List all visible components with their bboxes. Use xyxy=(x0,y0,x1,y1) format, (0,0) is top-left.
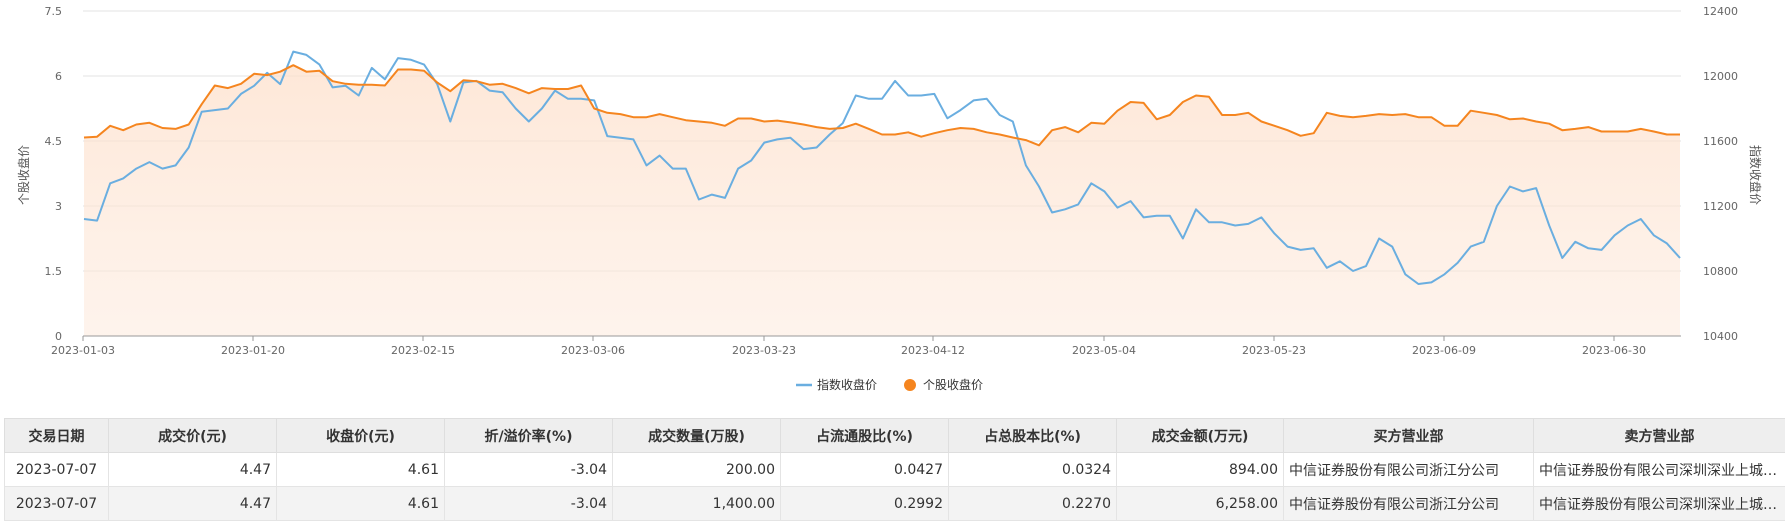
cell-deal-price: 4.47 xyxy=(109,453,277,487)
right-axis-ticks: 10400 10800 11200 11600 12000 12400 xyxy=(1703,5,1738,343)
right-tick-label: 12400 xyxy=(1703,5,1738,18)
block-trade-table: 交易日期 成交价(元) 收盘价(元) 折/溢价率(%) 成交数量(万股) 占流通… xyxy=(4,418,1785,521)
left-tick-label: 1.5 xyxy=(45,265,63,278)
cell-premium-rate: -3.04 xyxy=(445,487,613,521)
header-total-ratio[interactable]: 占总股本比(%) xyxy=(949,419,1117,453)
x-tick-label: 2023-03-23 xyxy=(732,344,796,357)
cell-close-price: 4.61 xyxy=(277,487,445,521)
right-tick-label: 10400 xyxy=(1703,330,1738,343)
left-axis-title: 个股收盘价 xyxy=(16,145,31,205)
legend-item-stock[interactable]: 个股收盘价 xyxy=(904,377,983,392)
cell-seller: 中信证券股份有限公司深圳深业上城证券营业部 xyxy=(1534,487,1785,521)
left-tick-label: 6 xyxy=(55,70,62,83)
cell-total-ratio: 0.0324 xyxy=(949,453,1117,487)
header-deal-price[interactable]: 成交价(元) xyxy=(109,419,277,453)
cell-premium-rate: -3.04 xyxy=(445,453,613,487)
right-axis-title: 指数收盘价 xyxy=(1748,145,1763,205)
cell-close-price: 4.61 xyxy=(277,453,445,487)
x-tick-label: 2023-06-30 xyxy=(1582,344,1646,357)
left-axis-ticks: 0 1.5 3 4.5 6 7.5 xyxy=(45,5,63,343)
left-tick-label: 7.5 xyxy=(45,5,63,18)
right-tick-label: 11600 xyxy=(1703,135,1738,148)
x-axis-ticks: 2023-01-03 2023-01-20 2023-02-15 2023-03-06… xyxy=(51,336,1646,357)
header-premium-rate[interactable]: 折/溢价率(%) xyxy=(445,419,613,453)
table-row: 2023-07-07 4.47 4.61 -3.04 200.00 0.0427… xyxy=(5,453,1785,487)
header-buyer[interactable]: 买方营业部 xyxy=(1284,419,1534,453)
cell-total-ratio: 0.2270 xyxy=(949,487,1117,521)
price-chart: 2023-01-03 2023-01-20 2023-02-15 2023-03-06… xyxy=(0,0,1785,418)
cell-float-ratio: 0.0427 xyxy=(781,453,949,487)
cell-buyer: 中信证券股份有限公司浙江分公司 xyxy=(1284,453,1534,487)
cell-amount: 894.00 xyxy=(1117,453,1284,487)
x-tick-label: 2023-01-03 xyxy=(51,344,115,357)
stock-area xyxy=(84,65,1680,336)
right-tick-label: 11200 xyxy=(1703,200,1738,213)
cell-volume: 200.00 xyxy=(613,453,781,487)
header-volume[interactable]: 成交数量(万股) xyxy=(613,419,781,453)
header-amount[interactable]: 成交金额(万元) xyxy=(1117,419,1284,453)
legend-stock-label: 个股收盘价 xyxy=(923,377,983,392)
header-trade-date[interactable]: 交易日期 xyxy=(5,419,109,453)
legend-stock-marker xyxy=(904,379,916,391)
cell-seller: 中信证券股份有限公司深圳深业上城证券营业部 xyxy=(1534,453,1785,487)
legend[interactable]: 指数收盘价 个股收盘价 xyxy=(796,377,983,392)
table-row: 2023-07-07 4.47 4.61 -3.04 1,400.00 0.29… xyxy=(5,487,1785,521)
left-tick-label: 4.5 xyxy=(45,135,63,148)
legend-item-index[interactable]: 指数收盘价 xyxy=(796,377,877,392)
x-tick-label: 2023-05-23 xyxy=(1242,344,1306,357)
right-tick-label: 12000 xyxy=(1703,70,1738,83)
cell-trade-date: 2023-07-07 xyxy=(5,453,109,487)
x-tick-label: 2023-04-12 xyxy=(901,344,965,357)
left-tick-label: 3 xyxy=(55,200,62,213)
stock-area-fill xyxy=(84,65,1680,336)
left-tick-label: 0 xyxy=(55,330,62,343)
cell-deal-price: 4.47 xyxy=(109,487,277,521)
x-tick-label: 2023-05-04 xyxy=(1072,344,1136,357)
header-float-ratio[interactable]: 占流通股比(%) xyxy=(781,419,949,453)
legend-index-label: 指数收盘价 xyxy=(817,377,877,392)
x-tick-label: 2023-02-15 xyxy=(391,344,455,357)
header-seller[interactable]: 卖方营业部 xyxy=(1534,419,1785,453)
right-tick-label: 10800 xyxy=(1703,265,1738,278)
x-tick-label: 2023-01-20 xyxy=(221,344,285,357)
table-header-row: 交易日期 成交价(元) 收盘价(元) 折/溢价率(%) 成交数量(万股) 占流通… xyxy=(5,419,1785,453)
x-tick-label: 2023-06-09 xyxy=(1412,344,1476,357)
x-tick-label: 2023-03-06 xyxy=(561,344,625,357)
cell-volume: 1,400.00 xyxy=(613,487,781,521)
cell-amount: 6,258.00 xyxy=(1117,487,1284,521)
header-close-price[interactable]: 收盘价(元) xyxy=(277,419,445,453)
cell-buyer: 中信证券股份有限公司浙江分公司 xyxy=(1284,487,1534,521)
cell-trade-date: 2023-07-07 xyxy=(5,487,109,521)
cell-float-ratio: 0.2992 xyxy=(781,487,949,521)
